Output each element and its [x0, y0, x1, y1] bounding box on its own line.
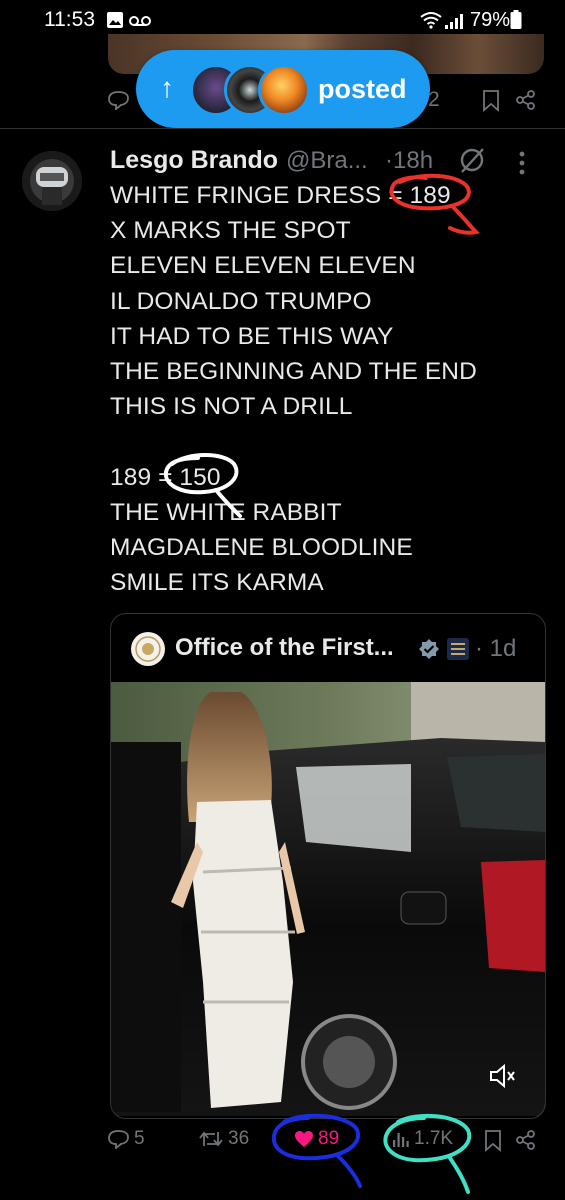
signal-icon — [445, 14, 463, 29]
video-frame — [111, 682, 545, 1116]
tweet-line: THIS IS NOT A DRILL — [110, 393, 353, 421]
reply-icon — [108, 1130, 129, 1149]
mute-icon[interactable] — [487, 1062, 517, 1090]
grok-icon[interactable] — [458, 146, 486, 174]
like-count: 89 — [318, 1128, 340, 1149]
tweet-line: 189 = 150 — [110, 463, 221, 491]
share-icon[interactable] — [516, 1130, 536, 1150]
repost-count: 36 — [228, 1128, 250, 1149]
heart-icon — [295, 1131, 313, 1147]
tweet-line: IL DONALDO TRUMPO — [110, 287, 372, 315]
quoted-video[interactable] — [111, 682, 545, 1116]
tweet-line: SMILE ITS KARMA — [110, 569, 324, 597]
view-count: 1.7K — [414, 1128, 454, 1149]
share-icon[interactable] — [516, 90, 536, 110]
repost-button[interactable]: 36 — [198, 1128, 249, 1150]
views-icon — [393, 1133, 409, 1147]
verified-badge-icon — [419, 639, 439, 659]
tweet-actions: 5 36 89 1.7K — [108, 1118, 548, 1168]
battery-percent: 79% — [470, 9, 511, 31]
repost-icon — [199, 1131, 223, 1147]
new-posts-pill[interactable]: ↑ posted — [136, 50, 430, 128]
tweet-line: THE BEGINNING AND THE END — [110, 357, 477, 385]
tweet-line: MAGDALENE BLOODLINE — [110, 533, 413, 561]
tweet-line: THE WHITE RABBIT — [110, 498, 342, 526]
reply-count: 5 — [134, 1128, 145, 1149]
reply-icon[interactable] — [108, 90, 130, 110]
posted-label: posted — [318, 74, 407, 104]
gallery-icon — [107, 12, 123, 28]
seal-icon — [131, 632, 165, 666]
quoted-post-time: · 1d — [475, 635, 517, 662]
more-options-icon[interactable] — [518, 150, 526, 176]
tweet-line: WHITE FRINGE DRESS = 189 — [110, 182, 451, 209]
bookmark-icon[interactable] — [482, 90, 500, 112]
voicemail-icon — [129, 16, 151, 26]
government-badge-icon — [447, 638, 469, 660]
author-handle[interactable]: @Bra... — [286, 147, 368, 175]
tweet-line: IT HAD TO BE THIS WAY — [110, 322, 394, 350]
avatar — [258, 64, 310, 116]
quoted-tweet[interactable]: Office of the First... · 1d — [110, 613, 546, 1119]
quoted-author-name[interactable]: Office of the First... — [175, 634, 394, 662]
arrow-up-icon: ↑ — [160, 72, 174, 103]
bookmark-icon[interactable] — [484, 1130, 502, 1152]
battery-icon — [510, 10, 522, 29]
like-button[interactable]: 89 — [294, 1128, 339, 1150]
reply-button[interactable]: 5 — [108, 1128, 145, 1150]
status-time: 11:53 — [44, 8, 95, 31]
tweet-text: WHITE FRINGE DRESS = 189 X MARKS THE SPO… — [110, 178, 550, 600]
wifi-icon — [420, 12, 442, 29]
views-button[interactable]: 1.7K — [392, 1128, 453, 1150]
tweet-line: ELEVEN ELEVEN ELEVEN — [110, 252, 416, 280]
post-time[interactable]: ·18h — [385, 147, 433, 175]
divider — [0, 128, 565, 129]
author-name[interactable]: Lesgo Brando — [110, 146, 278, 175]
avatar[interactable] — [22, 151, 82, 211]
tweet-line: X MARKS THE SPOT — [110, 217, 351, 245]
